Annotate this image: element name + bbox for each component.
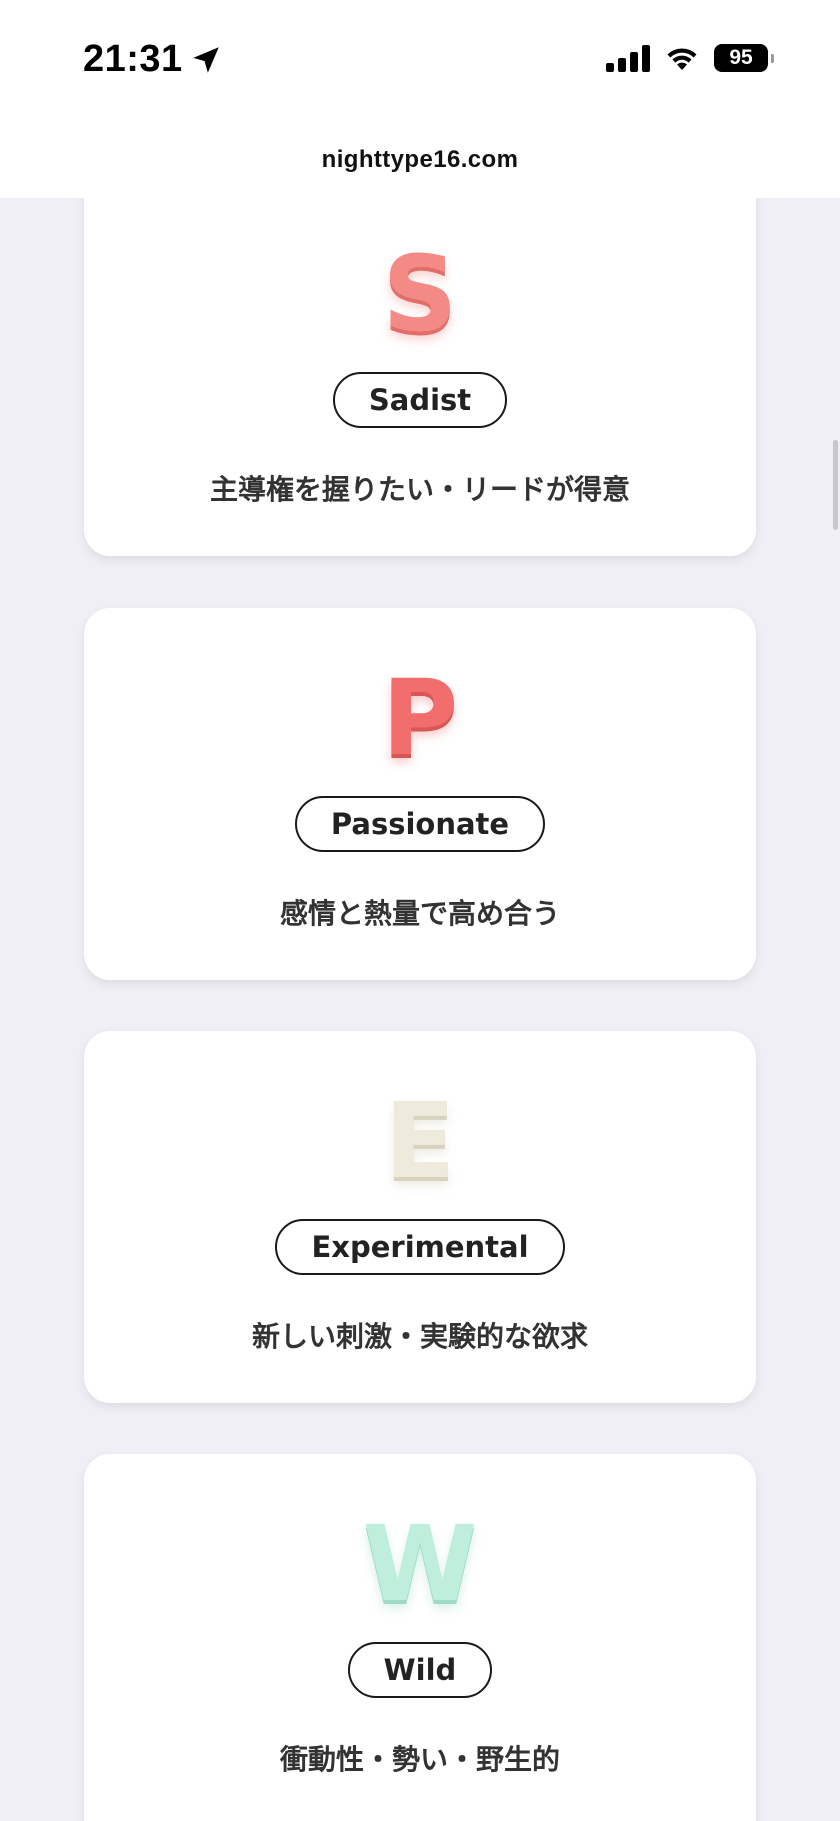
letter-s-icon: S (382, 233, 458, 355)
letter-p-icon: P (381, 657, 459, 779)
type-description: 衝動性・勢い・野生的 (279, 1743, 560, 1776)
scrollbar[interactable] (833, 440, 838, 530)
letter-e-icon: E (384, 1080, 456, 1202)
type-card-passionate[interactable]: P Passionate 感情と熱量で高め合う (84, 608, 756, 980)
cellular-signal-icon (606, 44, 650, 72)
type-description: 主導権を握りたい・リードが得意 (209, 473, 630, 506)
type-label-badge: Wild (347, 1642, 493, 1698)
type-label-badge: Passionate (294, 796, 546, 852)
url-bar[interactable]: nighttype16.com (0, 146, 840, 174)
battery-level: 95 (729, 46, 753, 69)
type-label-badge: Experimental (275, 1219, 565, 1275)
type-card-experimental[interactable]: E Experimental 新しい刺激・実験的な欲求 (84, 1031, 756, 1403)
type-description: 感情と熱量で高め合う (279, 897, 560, 930)
top-bar: 21:31 95 nighttype16.com (0, 0, 840, 198)
battery-icon: 95 (714, 44, 774, 72)
wifi-icon (667, 48, 697, 70)
status-indicators: 95 (606, 44, 774, 72)
clock-text: 21:31 (83, 38, 183, 80)
type-label-badge: Sadist (332, 372, 508, 428)
type-card-sadist[interactable]: S Sadist 主導権を握りたい・リードが得意 (84, 170, 756, 556)
location-arrow-icon (192, 46, 219, 73)
letter-w-icon: W (362, 1503, 478, 1625)
status-time: 21:31 (83, 38, 223, 81)
type-card-wild[interactable]: W Wild 衝動性・勢い・野生的 (84, 1454, 756, 1821)
type-description: 新しい刺激・実験的な欲求 (251, 1320, 588, 1353)
